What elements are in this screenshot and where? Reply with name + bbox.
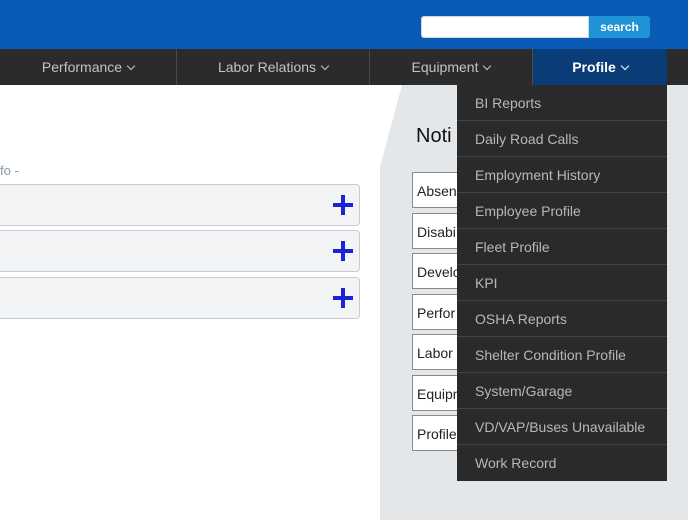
nav-item-label: Profile <box>572 59 616 75</box>
nav-item-performance[interactable]: Performance <box>0 49 177 85</box>
panel-item[interactable]: Disabi <box>412 213 460 249</box>
chevron-down-icon <box>620 61 630 71</box>
accordion-row[interactable] <box>0 184 360 226</box>
menu-item-osha-reports[interactable]: OSHA Reports <box>457 301 667 337</box>
nav-item-profile[interactable]: Profile <box>533 49 667 85</box>
profile-dropdown-menu: BI Reports Daily Road Calls Employment H… <box>457 85 667 481</box>
menu-item-kpi[interactable]: KPI <box>457 265 667 301</box>
menu-item-employment-history[interactable]: Employment History <box>457 157 667 193</box>
nav-item-labor-relations[interactable]: Labor Relations <box>177 49 370 85</box>
menu-item-shelter-condition-profile[interactable]: Shelter Condition Profile <box>457 337 667 373</box>
panel-item[interactable]: Labor <box>412 334 460 370</box>
menu-item-employee-profile[interactable]: Employee Profile <box>457 193 667 229</box>
panel-item[interactable]: Absen <box>412 172 460 208</box>
menu-item-bi-reports[interactable]: BI Reports <box>457 85 667 121</box>
chevron-down-icon <box>126 61 136 71</box>
chevron-down-icon <box>320 61 330 71</box>
panel-item[interactable]: Perfor <box>412 294 460 330</box>
accordion-row[interactable] <box>0 230 360 272</box>
menu-item-work-record[interactable]: Work Record <box>457 445 667 481</box>
accordion-row[interactable] <box>0 277 360 319</box>
plus-icon[interactable] <box>333 288 353 308</box>
panel-arrow-notch <box>380 85 402 167</box>
panel-item[interactable]: Develo <box>412 253 460 289</box>
main-nav: Performance Labor Relations Equipment Pr… <box>0 49 688 85</box>
panel-item[interactable]: Profile <box>412 415 460 451</box>
panel-item[interactable]: Equipn <box>412 375 460 411</box>
section-label: fo - <box>0 163 19 178</box>
nav-item-label: Performance <box>41 59 123 75</box>
plus-icon[interactable] <box>333 195 353 215</box>
chevron-down-icon <box>483 61 492 71</box>
top-header-bar: search <box>0 0 688 49</box>
menu-item-daily-road-calls[interactable]: Daily Road Calls <box>457 121 667 157</box>
nav-item-label: Equipment <box>411 59 479 75</box>
menu-item-vd-vap-buses-unavailable[interactable]: VD/VAP/Buses Unavailable <box>457 409 667 445</box>
nav-item-equipment[interactable]: Equipment <box>370 49 533 85</box>
plus-icon[interactable] <box>333 241 353 261</box>
search-input[interactable] <box>421 16 589 38</box>
search-button[interactable]: search <box>589 16 650 38</box>
menu-item-fleet-profile[interactable]: Fleet Profile <box>457 229 667 265</box>
panel-title: Noti <box>416 125 452 147</box>
menu-item-system-garage[interactable]: System/Garage <box>457 373 667 409</box>
nav-item-label: Labor Relations <box>217 59 317 75</box>
